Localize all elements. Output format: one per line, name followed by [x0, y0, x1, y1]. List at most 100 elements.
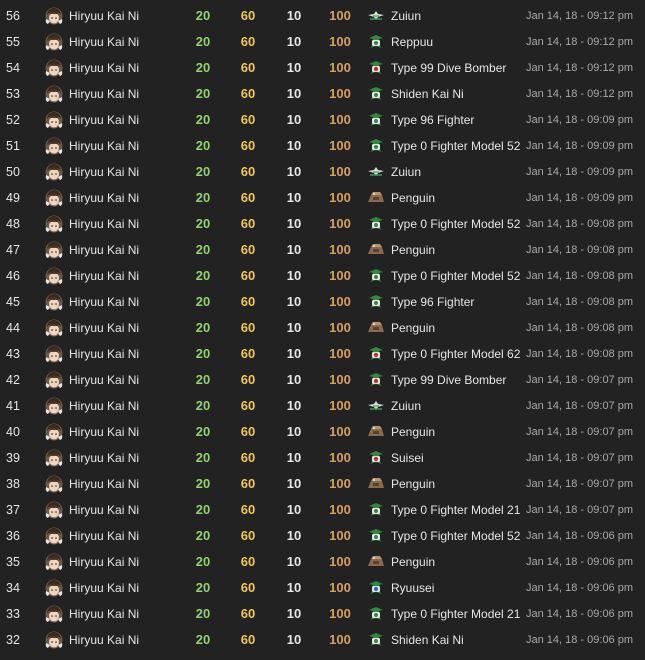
ship-avatar-icon — [45, 163, 63, 181]
table-row[interactable]: 49 Hiryuu Kai Ni 20 60 10 100 Penguin Ja… — [0, 185, 645, 211]
ammo-value: 60 — [240, 268, 256, 283]
timestamp: Jan 14, 18 - 09:06 pm — [526, 556, 634, 568]
ammo-value: 60 — [240, 164, 256, 179]
equipment-name: Penguin — [391, 477, 436, 491]
table-row[interactable]: 44 Hiryuu Kai Ni 20 60 10 100 Penguin Ja… — [0, 315, 645, 341]
fuel-value: 20 — [195, 580, 211, 595]
table-row[interactable]: 52 Hiryuu Kai Ni 20 60 10 100 Type 96 Fi… — [0, 107, 645, 133]
steel-value: 10 — [286, 216, 302, 231]
ship-name: Hiryuu Kai Ni — [69, 347, 140, 361]
table-row[interactable]: 35 Hiryuu Kai Ni 20 60 10 100 Penguin Ja… — [0, 549, 645, 575]
table-row[interactable]: 47 Hiryuu Kai Ni 20 60 10 100 Penguin Ja… — [0, 237, 645, 263]
steel-value: 10 — [286, 242, 302, 257]
steel-value: 10 — [286, 502, 302, 517]
row-number: 44 — [6, 321, 20, 335]
row-number: 51 — [6, 139, 20, 153]
table-row[interactable]: 39 Hiryuu Kai Ni 20 60 10 100 Suisei Jan… — [0, 445, 645, 471]
table-row[interactable]: 43 Hiryuu Kai Ni 20 60 10 100 Type 0 Fig… — [0, 341, 645, 367]
table-row[interactable]: 41 Hiryuu Kai Ni 20 60 10 100 Zuiun Jan … — [0, 393, 645, 419]
ammo-value: 60 — [240, 502, 256, 517]
ship-avatar-icon — [45, 215, 63, 233]
fighter-icon — [367, 606, 385, 622]
equipment-name: Shiden Kai Ni — [391, 633, 464, 647]
ship-avatar-icon — [45, 189, 63, 207]
row-number: 54 — [6, 61, 20, 75]
steel-value: 10 — [286, 528, 302, 543]
table-row[interactable]: 32 Hiryuu Kai Ni 20 60 10 100 Shiden Kai… — [0, 627, 645, 653]
timestamp: Jan 14, 18 - 09:07 pm — [526, 504, 634, 516]
table-row[interactable]: 38 Hiryuu Kai Ni 20 60 10 100 Penguin Ja… — [0, 471, 645, 497]
bauxite-value: 100 — [329, 268, 351, 283]
ship-name: Hiryuu Kai Ni — [69, 9, 140, 23]
table-row[interactable]: 50 Hiryuu Kai Ni 20 60 10 100 Zuiun Jan … — [0, 159, 645, 185]
row-number: 42 — [6, 373, 20, 387]
ammo-value: 60 — [240, 398, 256, 413]
table-row[interactable]: 37 Hiryuu Kai Ni 20 60 10 100 Type 0 Fig… — [0, 497, 645, 523]
bauxite-value: 100 — [329, 450, 351, 465]
ship-name: Hiryuu Kai Ni — [69, 555, 140, 569]
table-row[interactable]: 48 Hiryuu Kai Ni 20 60 10 100 Type 0 Fig… — [0, 211, 645, 237]
table-row[interactable]: 51 Hiryuu Kai Ni 20 60 10 100 Type 0 Fig… — [0, 133, 645, 159]
fuel-value: 20 — [195, 424, 211, 439]
bauxite-value: 100 — [329, 34, 351, 49]
ship-avatar-icon — [45, 579, 63, 597]
ship-avatar-icon — [45, 631, 63, 649]
steel-value: 10 — [286, 8, 302, 23]
table-row[interactable]: 54 Hiryuu Kai Ni 20 60 10 100 Type 99 Di… — [0, 55, 645, 81]
equipment-name: Type 0 Fighter Model 52 — [391, 269, 521, 283]
penguin-icon — [367, 554, 385, 570]
table-row[interactable]: 55 Hiryuu Kai Ni 20 60 10 100 Reppuu Jan… — [0, 29, 645, 55]
bauxite-value: 100 — [329, 424, 351, 439]
timestamp: Jan 14, 18 - 09:07 pm — [526, 374, 634, 386]
equipment-name: Type 0 Fighter Model 52 — [391, 139, 521, 153]
fuel-value: 20 — [195, 34, 211, 49]
row-number: 41 — [6, 399, 20, 413]
ammo-value: 60 — [240, 112, 256, 127]
ship-avatar-icon — [45, 527, 63, 545]
timestamp: Jan 14, 18 - 09:07 pm — [526, 478, 634, 490]
fighter-icon — [367, 294, 385, 310]
ship-name: Hiryuu Kai Ni — [69, 451, 140, 465]
table-row[interactable]: 42 Hiryuu Kai Ni 20 60 10 100 Type 99 Di… — [0, 367, 645, 393]
steel-value: 10 — [286, 450, 302, 465]
bauxite-value: 100 — [329, 242, 351, 257]
ship-name: Hiryuu Kai Ni — [69, 113, 140, 127]
steel-value: 10 — [286, 34, 302, 49]
ship-name: Hiryuu Kai Ni — [69, 477, 140, 491]
ship-avatar-icon — [45, 397, 63, 415]
ammo-value: 60 — [240, 190, 256, 205]
steel-value: 10 — [286, 398, 302, 413]
steel-value: 10 — [286, 606, 302, 621]
timestamp: Jan 14, 18 - 09:08 pm — [526, 348, 634, 360]
ship-avatar-icon — [45, 345, 63, 363]
equipment-name: Ryuusei — [391, 581, 435, 595]
fuel-value: 20 — [195, 476, 211, 491]
bauxite-value: 100 — [329, 554, 351, 569]
ship-avatar-icon — [45, 241, 63, 259]
table-row[interactable]: 34 Hiryuu Kai Ni 20 60 10 100 Ryuusei Ja… — [0, 575, 645, 601]
fighter-icon — [367, 138, 385, 154]
table-row[interactable]: 45 Hiryuu Kai Ni 20 60 10 100 Type 96 Fi… — [0, 289, 645, 315]
ammo-value: 60 — [240, 632, 256, 647]
table-row[interactable]: 40 Hiryuu Kai Ni 20 60 10 100 Penguin Ja… — [0, 419, 645, 445]
ship-name: Hiryuu Kai Ni — [69, 191, 140, 205]
ammo-value: 60 — [240, 242, 256, 257]
ship-avatar-icon — [45, 7, 63, 25]
dive-bomber-icon — [367, 60, 385, 76]
ship-avatar-icon — [45, 553, 63, 571]
table-row[interactable]: 36 Hiryuu Kai Ni 20 60 10 100 Type 0 Fig… — [0, 523, 645, 549]
equipment-name: Zuiun — [391, 165, 422, 179]
ship-name: Hiryuu Kai Ni — [69, 139, 140, 153]
penguin-icon — [367, 320, 385, 336]
timestamp: Jan 14, 18 - 09:08 pm — [526, 270, 634, 282]
row-number: 33 — [6, 607, 20, 621]
ship-avatar-icon — [45, 85, 63, 103]
table-row[interactable]: 46 Hiryuu Kai Ni 20 60 10 100 Type 0 Fig… — [0, 263, 645, 289]
table-row[interactable]: 53 Hiryuu Kai Ni 20 60 10 100 Shiden Kai… — [0, 81, 645, 107]
bauxite-value: 100 — [329, 86, 351, 101]
bauxite-value: 100 — [329, 216, 351, 231]
ship-name: Hiryuu Kai Ni — [69, 87, 140, 101]
table-row[interactable]: 56 Hiryuu Kai Ni 20 60 10 100 Zuiun Jan … — [0, 3, 645, 29]
fighter-icon — [367, 632, 385, 648]
table-row[interactable]: 33 Hiryuu Kai Ni 20 60 10 100 Type 0 Fig… — [0, 601, 645, 627]
